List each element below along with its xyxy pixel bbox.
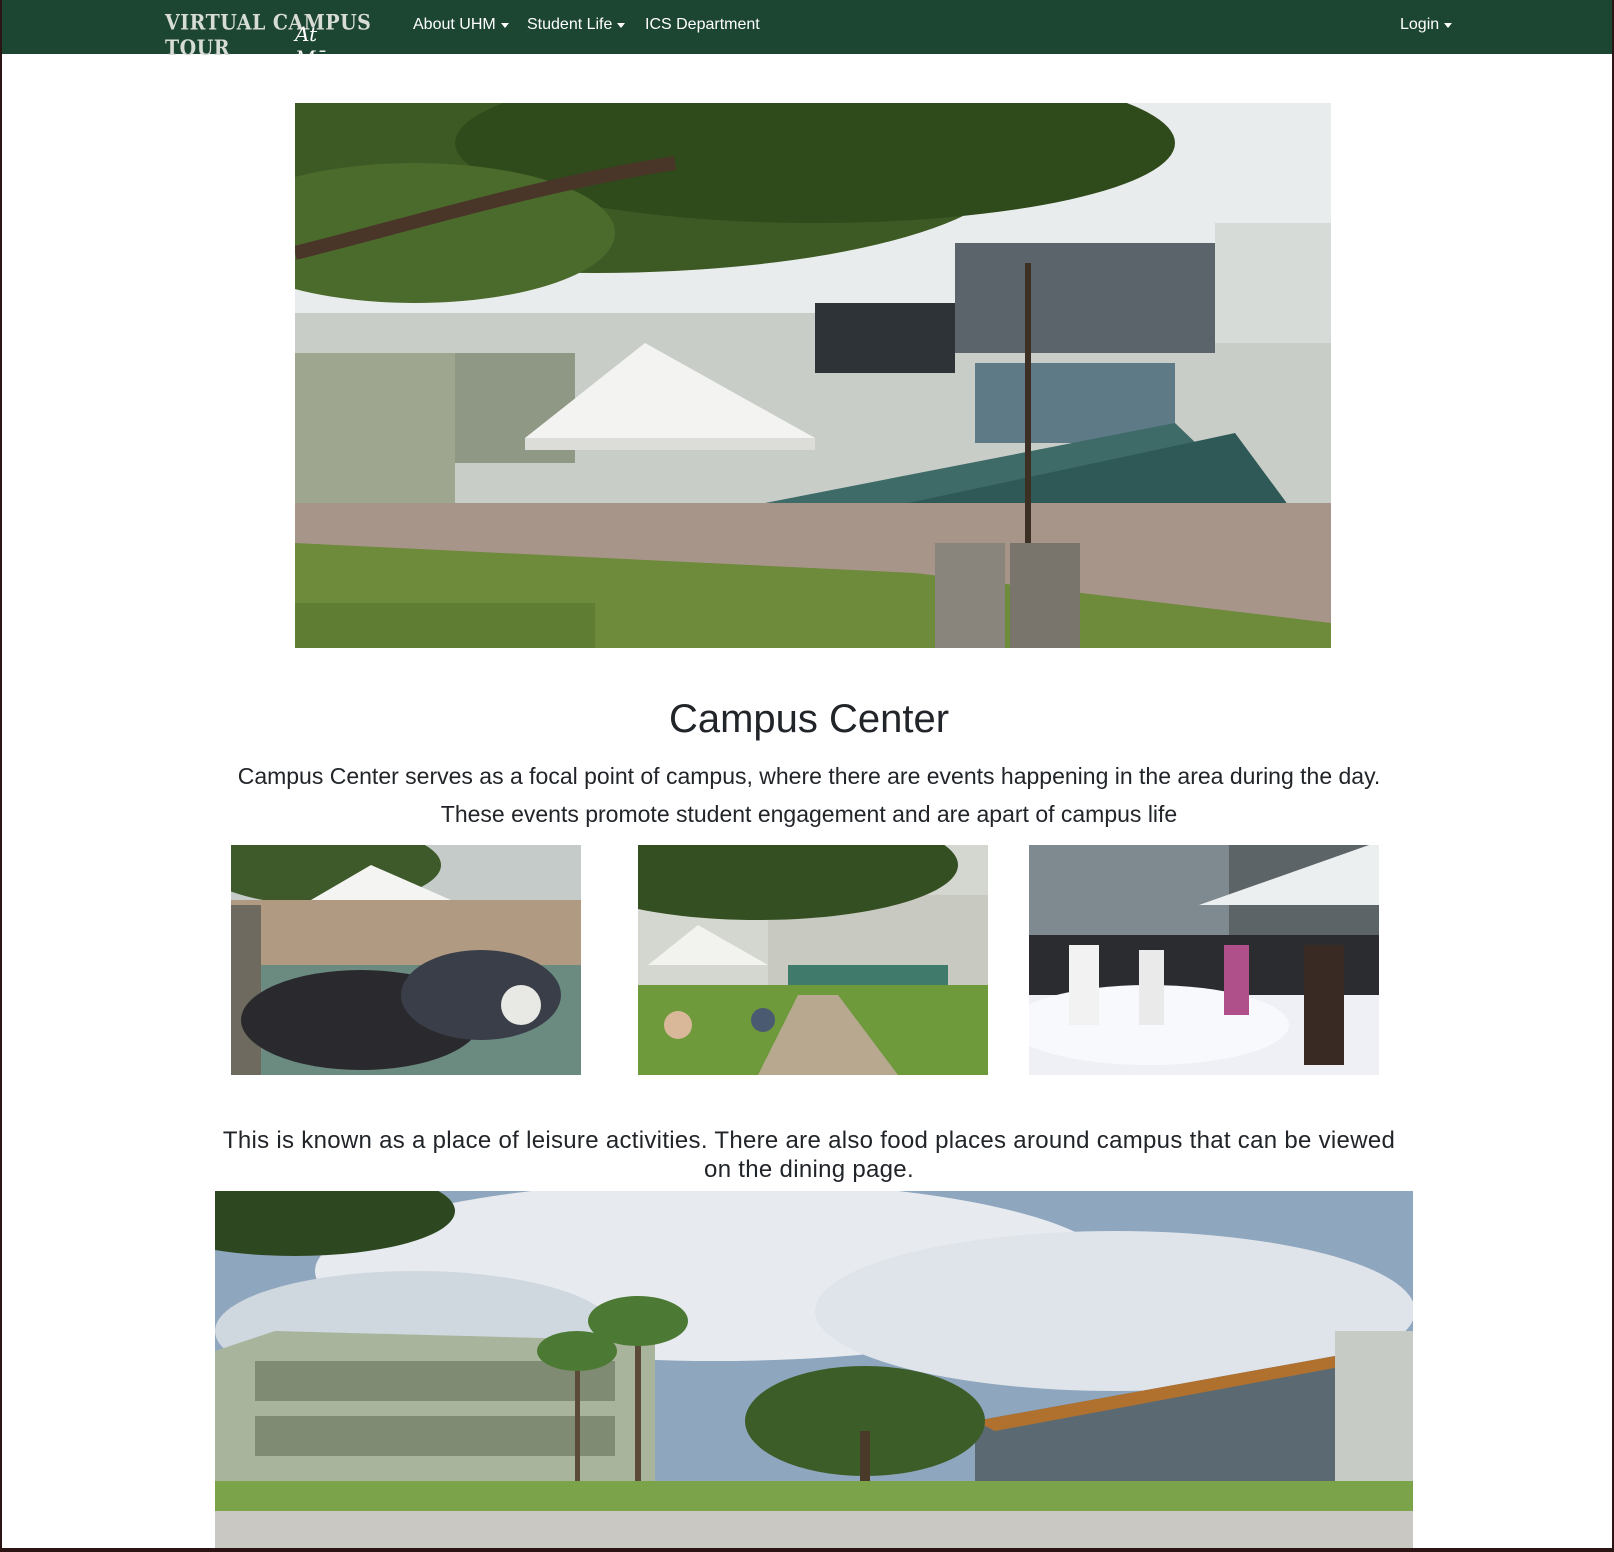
nav-ics-department-label: ICS Department [645, 16, 760, 33]
page-viewport: VIRTUAL CAMPUS TOUR At Mānoa About UHM S… [2, 0, 1612, 1548]
description-line-1: Campus Center serves as a focal point of… [237, 763, 1381, 789]
campus-center-hero-image [295, 103, 1331, 648]
page-description: Campus Center serves as a focal point of… [202, 757, 1416, 833]
event-crowd-image [231, 845, 581, 1075]
brand-logo[interactable]: VIRTUAL CAMPUS TOUR At Mānoa [165, 8, 390, 70]
page-title: Campus Center [668, 697, 950, 741]
nav-student-life-dropdown[interactable]: Student Life [527, 16, 626, 34]
chevron-down-icon [1444, 22, 1453, 28]
login-label: Login [1400, 16, 1440, 33]
nav-ics-department-link[interactable]: ICS Department [645, 16, 760, 34]
description-line-2: These events promote student engagement … [440, 801, 1178, 827]
top-navbar: VIRTUAL CAMPUS TOUR At Mānoa About UHM S… [2, 0, 1612, 70]
nav-about-uhm-label: About UHM [413, 16, 496, 33]
foam-party-image [1029, 845, 1379, 1075]
leisure-note: This is known as a place of leisure acti… [222, 1127, 1396, 1183]
campus-lawn-image [638, 845, 988, 1075]
chevron-down-icon [617, 22, 626, 28]
nav-student-life-label: Student Life [527, 16, 613, 33]
nav-about-uhm-dropdown[interactable]: About UHM [413, 16, 509, 34]
brand-subtitle: At Mānoa [295, 22, 365, 70]
login-dropdown[interactable]: Login [1400, 16, 1453, 34]
chevron-down-icon [500, 22, 509, 28]
campus-center-panorama-image [215, 1191, 1413, 1548]
